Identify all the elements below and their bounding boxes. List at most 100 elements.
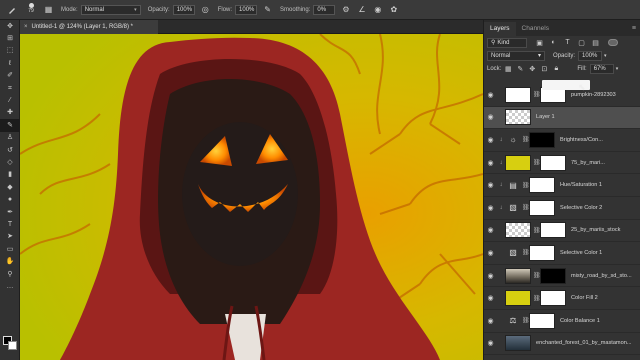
layer-row[interactable]: ◉ ↓ ▧ ⛓ Selective Color 2 bbox=[484, 197, 640, 220]
eye-icon[interactable]: ◉ bbox=[484, 249, 497, 257]
rectangle-tool-icon[interactable]: ▭ bbox=[0, 243, 20, 255]
quick-select-tool-icon[interactable]: ✐ bbox=[0, 70, 20, 82]
airbrush-icon[interactable]: ✎ bbox=[262, 4, 273, 15]
layer-thumbnail[interactable] bbox=[505, 222, 531, 239]
document-canvas[interactable] bbox=[20, 34, 483, 360]
eye-icon[interactable]: ◉ bbox=[484, 226, 497, 234]
lock-artboard-icon[interactable]: ⊡ bbox=[539, 64, 549, 74]
symmetry-icon[interactable]: ✿ bbox=[388, 4, 399, 15]
layer-row[interactable]: ◉ Layer 1 bbox=[484, 106, 640, 130]
link-icon[interactable]: ⛓ bbox=[522, 249, 530, 256]
healing-tool-icon[interactable]: ✚ bbox=[0, 107, 20, 119]
adjustment-layer-icon[interactable]: ⚖ bbox=[505, 313, 521, 329]
layer-name[interactable]: Brightness/Con... bbox=[557, 137, 640, 143]
lasso-tool-icon[interactable]: ℓ bbox=[0, 57, 20, 69]
layer-mask-thumbnail[interactable] bbox=[540, 154, 566, 171]
chevron-down-icon[interactable]: ▾ bbox=[604, 53, 607, 59]
lock-position-icon[interactable]: ✥ bbox=[527, 64, 537, 74]
edit-toolbar-icon[interactable]: … bbox=[0, 280, 20, 292]
pressure-opacity-icon[interactable]: ◎ bbox=[200, 4, 211, 15]
zoom-tool-icon[interactable]: ⚲ bbox=[0, 268, 20, 280]
dodge-tool-icon[interactable]: ● bbox=[0, 193, 20, 205]
layer-row[interactable]: ◉ ⛓ misty_road_by_sd_sto... bbox=[484, 265, 640, 288]
pressure-size-icon[interactable]: ◉ bbox=[372, 4, 383, 15]
type-tool-icon[interactable]: T bbox=[0, 218, 20, 230]
layer-mask-thumbnail[interactable] bbox=[529, 131, 555, 148]
link-icon[interactable]: ⛓ bbox=[522, 182, 530, 189]
clone-stamp-tool-icon[interactable]: ♙ bbox=[0, 132, 20, 144]
layer-name[interactable]: Color Balance 1 bbox=[557, 318, 640, 324]
opacity-field[interactable]: 100% bbox=[172, 4, 195, 15]
link-icon[interactable]: ⛓ bbox=[533, 159, 541, 166]
marquee-tool-icon[interactable]: ⬚ bbox=[0, 45, 20, 57]
lock-all-icon[interactable]: 🔒︎ bbox=[551, 64, 561, 74]
filter-kind-select[interactable]: ⚲ Kind bbox=[487, 37, 527, 48]
move-tool-icon[interactable]: ✥ bbox=[0, 20, 20, 32]
layer-row[interactable]: ◉ ↓ ☼ ⛓ Brightness/Con... bbox=[484, 129, 640, 152]
layer-mask-thumbnail[interactable] bbox=[529, 312, 555, 329]
layer-opacity-field[interactable]: 100% bbox=[578, 50, 603, 61]
layer-row[interactable]: ◉ ⛓ Color Fill 2 bbox=[484, 287, 640, 310]
smoothing-field[interactable]: 0% bbox=[313, 4, 336, 15]
brush-settings-icon[interactable]: ▦ bbox=[43, 4, 54, 15]
adjustment-layer-icon[interactable]: ▧ bbox=[505, 200, 521, 216]
background-color-swatch[interactable] bbox=[8, 341, 17, 350]
layer-thumbnail[interactable] bbox=[505, 109, 531, 126]
layer-row[interactable]: ◉ ↓ ▤ ⛓ Hue/Saturation 1 bbox=[484, 174, 640, 197]
eye-icon[interactable]: ◉ bbox=[484, 339, 497, 347]
layer-mask-thumbnail[interactable] bbox=[540, 267, 566, 284]
layer-row[interactable]: ◉ ▧ ⛓ Selective Color 1 bbox=[484, 242, 640, 265]
pixel-filter-icon[interactable]: ▣ bbox=[535, 38, 544, 47]
color-swatches[interactable] bbox=[3, 336, 17, 350]
lock-pixels-icon[interactable]: ✎ bbox=[515, 64, 525, 74]
lock-transparency-icon[interactable]: ▦ bbox=[503, 64, 513, 74]
gear-icon[interactable]: ⚙ bbox=[340, 4, 351, 15]
link-icon[interactable]: ⛓ bbox=[522, 204, 530, 211]
layer-thumbnail[interactable] bbox=[505, 290, 531, 307]
layer-thumbnail[interactable] bbox=[505, 154, 531, 171]
eye-icon[interactable]: ◉ bbox=[484, 159, 497, 167]
layer-name[interactable]: Color Fill 2 bbox=[568, 295, 640, 301]
adjustment-layer-icon[interactable]: ☼ bbox=[505, 132, 521, 148]
eye-icon[interactable]: ◉ bbox=[484, 204, 497, 212]
eraser-tool-icon[interactable]: ◇ bbox=[0, 156, 20, 168]
smart-object-filter-icon[interactable]: ▤ bbox=[591, 38, 600, 47]
brush-size-picker[interactable]: 79 bbox=[24, 2, 38, 17]
layer-name[interactable]: misty_road_by_sd_sto... bbox=[568, 273, 640, 279]
artboard-tool-icon[interactable]: ⊞ bbox=[0, 32, 20, 44]
layer-row[interactable]: ◉ ⚖ ⛓ Color Balance 1 bbox=[484, 310, 640, 333]
eye-icon[interactable]: ◉ bbox=[484, 91, 497, 99]
layer-mask-thumbnail[interactable] bbox=[540, 222, 566, 239]
brush-preset-icon[interactable] bbox=[4, 3, 20, 17]
brush-tool-icon[interactable]: ✎ bbox=[0, 119, 20, 132]
layer-name[interactable]: 25_by_mariis_stock bbox=[568, 227, 640, 233]
path-select-tool-icon[interactable]: ➤ bbox=[0, 231, 20, 243]
link-icon[interactable]: ⛓ bbox=[533, 91, 541, 98]
adjustment-layer-icon[interactable]: ▧ bbox=[505, 245, 521, 261]
link-icon[interactable]: ⛓ bbox=[522, 136, 530, 143]
eye-icon[interactable]: ◉ bbox=[484, 181, 497, 189]
pen-tool-icon[interactable]: ✒ bbox=[0, 206, 20, 218]
link-icon[interactable]: ⛓ bbox=[533, 295, 541, 302]
layer-name[interactable]: enchanted_forest_01_by_mastamon... bbox=[533, 340, 640, 346]
layer-name[interactable]: Hue/Saturation 1 bbox=[557, 182, 640, 188]
layer-name[interactable]: Selective Color 2 bbox=[557, 205, 640, 211]
adjustment-filter-icon[interactable]: ◐ bbox=[549, 38, 558, 47]
flow-field[interactable]: 100% bbox=[235, 4, 258, 15]
hand-tool-icon[interactable]: ✋ bbox=[0, 255, 20, 267]
history-brush-tool-icon[interactable]: ↺ bbox=[0, 144, 20, 156]
blend-mode-select[interactable]: Normal ▾ bbox=[487, 50, 545, 61]
filter-toggle[interactable] bbox=[608, 39, 618, 46]
blur-tool-icon[interactable]: ◆ bbox=[0, 181, 20, 193]
link-icon[interactable]: ⛓ bbox=[522, 317, 530, 324]
eye-icon[interactable]: ◉ bbox=[484, 294, 497, 302]
mode-select[interactable]: Normal ▾ bbox=[80, 4, 141, 15]
layer-name[interactable]: Layer 1 bbox=[533, 114, 640, 120]
eye-icon[interactable]: ◉ bbox=[484, 317, 497, 325]
eye-icon[interactable]: ◉ bbox=[484, 113, 497, 121]
fill-field[interactable]: 67% bbox=[589, 63, 614, 74]
gradient-tool-icon[interactable]: ▮ bbox=[0, 169, 20, 181]
document-tab[interactable]: × Untitled-1 @ 124% (Layer 1, RGB/8) * bbox=[20, 20, 158, 34]
panel-menu-icon[interactable]: ≡ bbox=[632, 22, 640, 36]
crop-tool-icon[interactable]: ⌗ bbox=[0, 82, 20, 94]
